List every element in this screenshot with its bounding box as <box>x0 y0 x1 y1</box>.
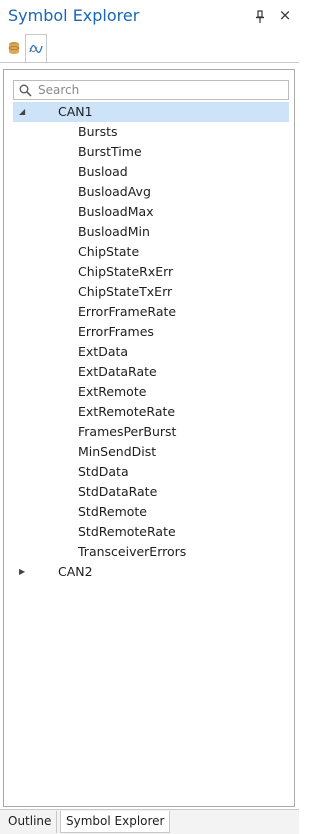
symbol-label: FramesPerBurst <box>78 424 177 439</box>
tree-leaf-symbol[interactable]: FramesPerBurst <box>13 422 289 442</box>
tree-leaf-symbol[interactable]: StdData <box>13 462 289 482</box>
tree-leaf-symbol[interactable]: ChipStateTxErr <box>13 282 289 302</box>
tree-leaf-symbol[interactable]: BusloadMin <box>13 222 289 242</box>
search-input[interactable] <box>38 82 283 98</box>
tree-leaf-symbol[interactable]: ExtRemoteRate <box>13 402 289 422</box>
symbol-wave-icon <box>29 44 43 53</box>
tree-leaf-symbol[interactable]: Bursts <box>13 122 289 142</box>
database-view-tab[interactable] <box>3 37 25 59</box>
tree-leaf-symbol[interactable]: ErrorFrameRate <box>13 302 289 322</box>
tree-node-label: CAN2 <box>58 564 93 579</box>
tree-leaf-symbol[interactable]: TransceiverErrors <box>13 542 289 562</box>
tree-leaf-symbol[interactable]: BusloadMax <box>13 202 289 222</box>
tree-leaf-symbol[interactable]: BurstTime <box>13 142 289 162</box>
symbol-label: ChipStateRxErr <box>78 264 174 279</box>
bottom-tab-bar: Outline Symbol Explorer <box>0 809 299 834</box>
symbol-label: StdDataRate <box>78 484 158 499</box>
symbol-label: BurstTime <box>78 144 142 159</box>
symbol-label: MinSendDist <box>78 444 157 459</box>
symbol-label: ErrorFrameRate <box>78 304 177 319</box>
symbol-tree-panel: ◢ CAN1 Bursts BurstTime Busload BusloadAvg Bus… <box>3 69 295 807</box>
symbol-label: Busload <box>78 164 128 179</box>
tree-leaf-symbol[interactable]: StdRemote <box>13 502 289 522</box>
tree-leaf-symbol[interactable]: StdDataRate <box>13 482 289 502</box>
database-icon <box>8 42 20 54</box>
symbol-label: Bursts <box>78 124 118 139</box>
symbol-label: ChipStateTxErr <box>78 284 173 299</box>
symbol-label: BusloadAvg <box>78 184 151 199</box>
symbol-label: StdRemote <box>78 504 148 519</box>
symbol-label: StdRemoteRate <box>78 524 176 539</box>
symbol-label: TransceiverErrors <box>78 544 187 559</box>
tree-leaf-symbol[interactable]: ErrorFrames <box>13 322 289 342</box>
tree-leaf-symbol[interactable]: StdRemoteRate <box>13 522 289 542</box>
symbol-label: BusloadMin <box>78 224 150 239</box>
symbol-label: ExtRemote <box>78 384 147 399</box>
tree-leaf-symbol[interactable]: ExtRemote <box>13 382 289 402</box>
tree-leaf-symbol[interactable]: ExtDataRate <box>13 362 289 382</box>
symbol-label: ExtRemoteRate <box>78 404 176 419</box>
symbol-label: StdData <box>78 464 129 479</box>
close-icon[interactable]: × <box>278 8 292 23</box>
tree-leaf-symbol[interactable]: Busload <box>13 162 289 182</box>
collapsed-triangle-icon[interactable]: ▶ <box>19 562 29 582</box>
tree-node-can1[interactable]: ◢ CAN1 <box>13 102 289 122</box>
tab-outline[interactable]: Outline <box>3 811 58 833</box>
tree-leaf-symbol[interactable]: ChipState <box>13 242 289 262</box>
expanded-triangle-icon[interactable]: ◢ <box>19 102 29 122</box>
tree-leaf-symbol[interactable]: BusloadAvg <box>13 182 289 202</box>
symbol-label: ErrorFrames <box>78 324 154 339</box>
tree-leaf-symbol[interactable]: MinSendDist <box>13 442 289 462</box>
pin-icon[interactable] <box>254 9 266 23</box>
tree-node-label: CAN1 <box>58 104 93 119</box>
symbol-view-tab[interactable] <box>25 34 47 63</box>
panel-header: Symbol Explorer × <box>0 0 299 34</box>
symbol-label: ExtDataRate <box>78 364 157 379</box>
panel-title: Symbol Explorer <box>8 6 140 25</box>
symbol-tree: ◢ CAN1 Bursts BurstTime Busload BusloadAvg Bus… <box>13 102 289 582</box>
tree-leaf-symbol[interactable]: ExtData <box>13 342 289 362</box>
tab-symbol-explorer[interactable]: Symbol Explorer <box>60 811 171 833</box>
tab-divider <box>0 62 299 63</box>
symbol-label: ChipState <box>78 244 140 259</box>
symbol-label: BusloadMax <box>78 204 154 219</box>
tree-node-can2[interactable]: ▶ CAN2 <box>13 562 289 582</box>
search-icon <box>19 84 32 97</box>
search-box <box>13 80 289 100</box>
tree-leaf-symbol[interactable]: ChipStateRxErr <box>13 262 289 282</box>
symbol-label: ExtData <box>78 344 129 359</box>
view-tab-strip <box>0 34 299 64</box>
